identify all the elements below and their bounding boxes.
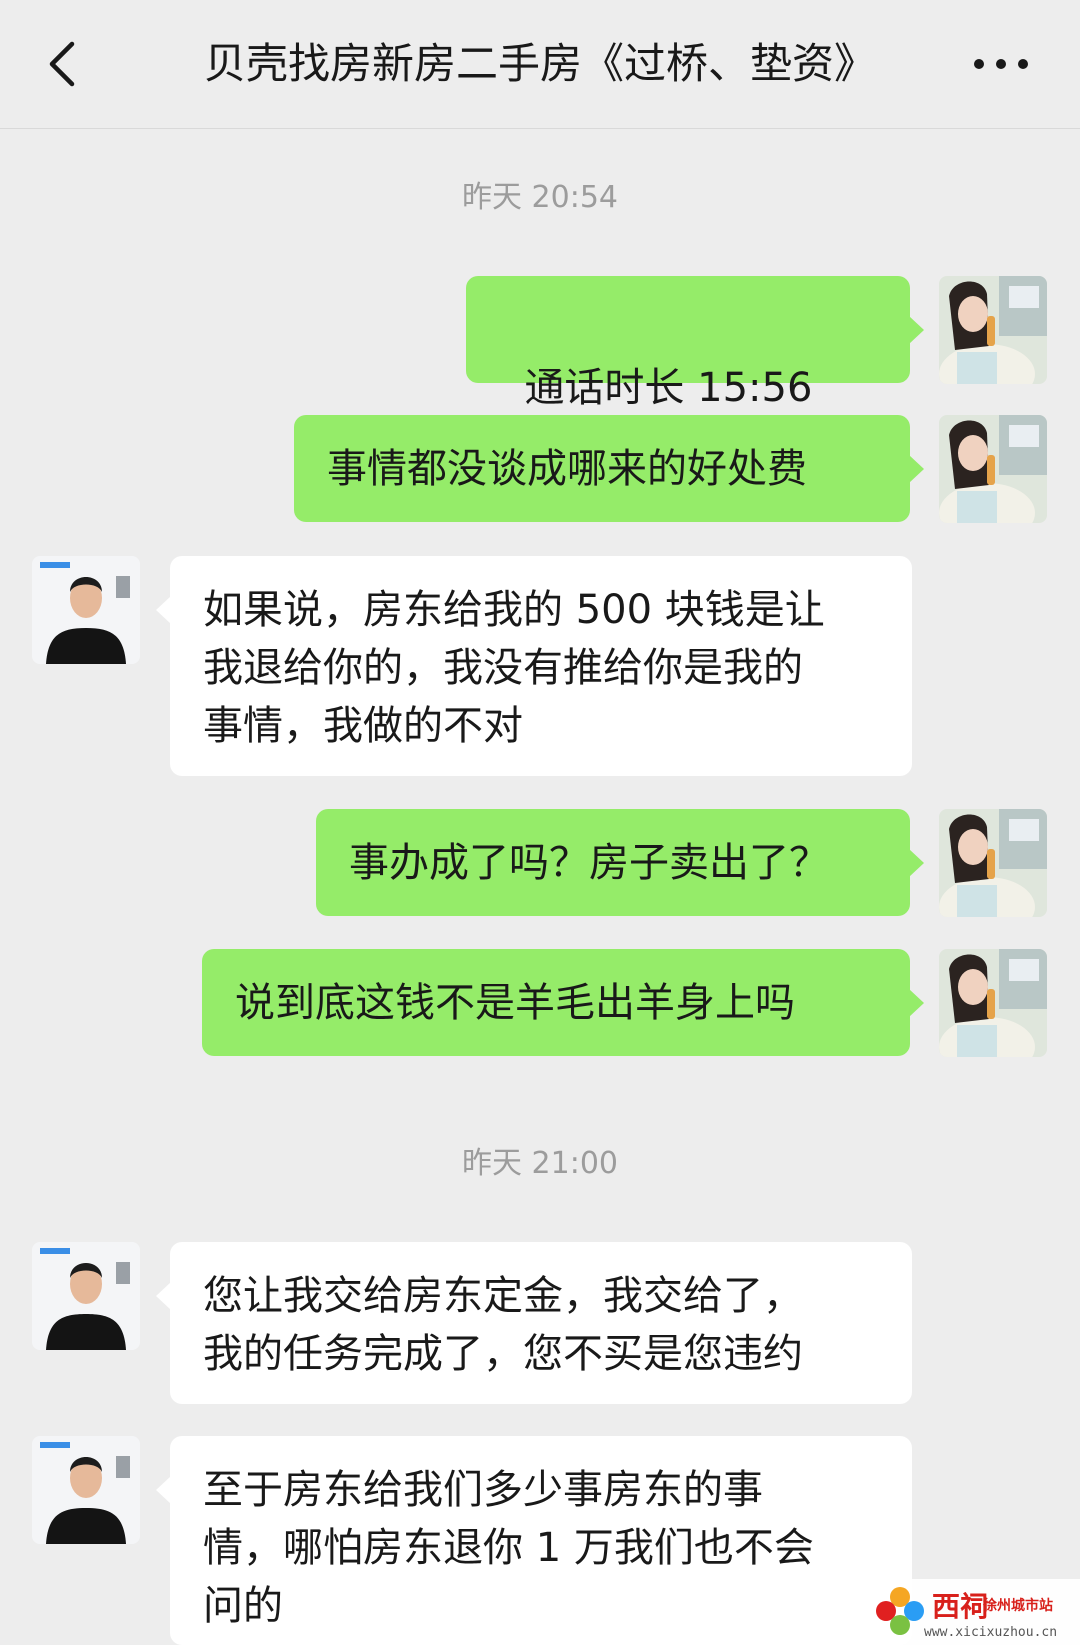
chat-title: 贝壳找房新房二手房《过桥、垫资》 <box>203 39 876 88</box>
avatar-image <box>32 556 140 664</box>
my-avatar[interactable] <box>939 949 1047 1057</box>
my-avatar[interactable] <box>939 415 1047 523</box>
message-timestamp: 昨天 21:00 <box>462 1146 618 1181</box>
back-arrow-icon <box>49 41 75 87</box>
avatar-image <box>939 415 1047 523</box>
message-bubble-incoming[interactable]: 如果说，房东给我的 500 块钱是让 我退给你的，我没有推给你是我的 事情，我做… <box>156 556 912 776</box>
watermark-logo: 西祠 <box>932 1590 989 1623</box>
call-duration-text: 通话时长 15:56 <box>524 365 813 411</box>
avatar-image <box>32 1436 140 1544</box>
agent-avatar[interactable] <box>32 1242 140 1350</box>
message-bubble-incoming[interactable]: 至于房东给我们多少事房东的事 情，哪怕房东退你 1 万我们也不会 问的 <box>156 1436 912 1645</box>
watermark-subtitle: 徐州城市站 <box>983 1598 1053 1614</box>
avatar-image <box>939 276 1047 384</box>
chat-header: 贝壳找房新房二手房《过桥、垫资》 <box>0 0 1080 129</box>
my-avatar[interactable] <box>939 809 1047 917</box>
agent-avatar[interactable] <box>32 556 140 664</box>
avatar-image <box>32 1242 140 1350</box>
more-button[interactable] <box>966 36 1036 92</box>
site-watermark: 西祠 徐州城市站 www.xicixuzhou.cn <box>868 1579 1080 1645</box>
watermark-url: www.xicixuzhou.cn <box>924 1625 1058 1640</box>
watermark-flower-icon <box>876 1587 924 1635</box>
my-avatar[interactable] <box>939 276 1047 384</box>
back-button[interactable] <box>36 34 96 94</box>
more-dots-icon <box>974 59 1028 69</box>
message-timestamp: 昨天 20:54 <box>462 180 618 215</box>
avatar-image <box>939 809 1047 917</box>
message-bubble-outgoing[interactable]: 说到底这钱不是羊毛出羊身上吗 <box>202 949 924 1056</box>
message-bubble-incoming[interactable]: 您让我交给房东定金，我交给了， 我的任务完成了，您不买是您违约 <box>156 1242 912 1404</box>
message-bubble-outgoing[interactable]: 事办成了吗？房子卖出了？ <box>316 809 924 916</box>
call-record-bubble[interactable]: 通话时长 15:56 <box>466 276 924 459</box>
message-bubble-outgoing[interactable]: 事情都没谈成哪来的好处费 <box>294 415 924 522</box>
avatar-image <box>939 949 1047 1057</box>
agent-avatar[interactable] <box>32 1436 140 1544</box>
